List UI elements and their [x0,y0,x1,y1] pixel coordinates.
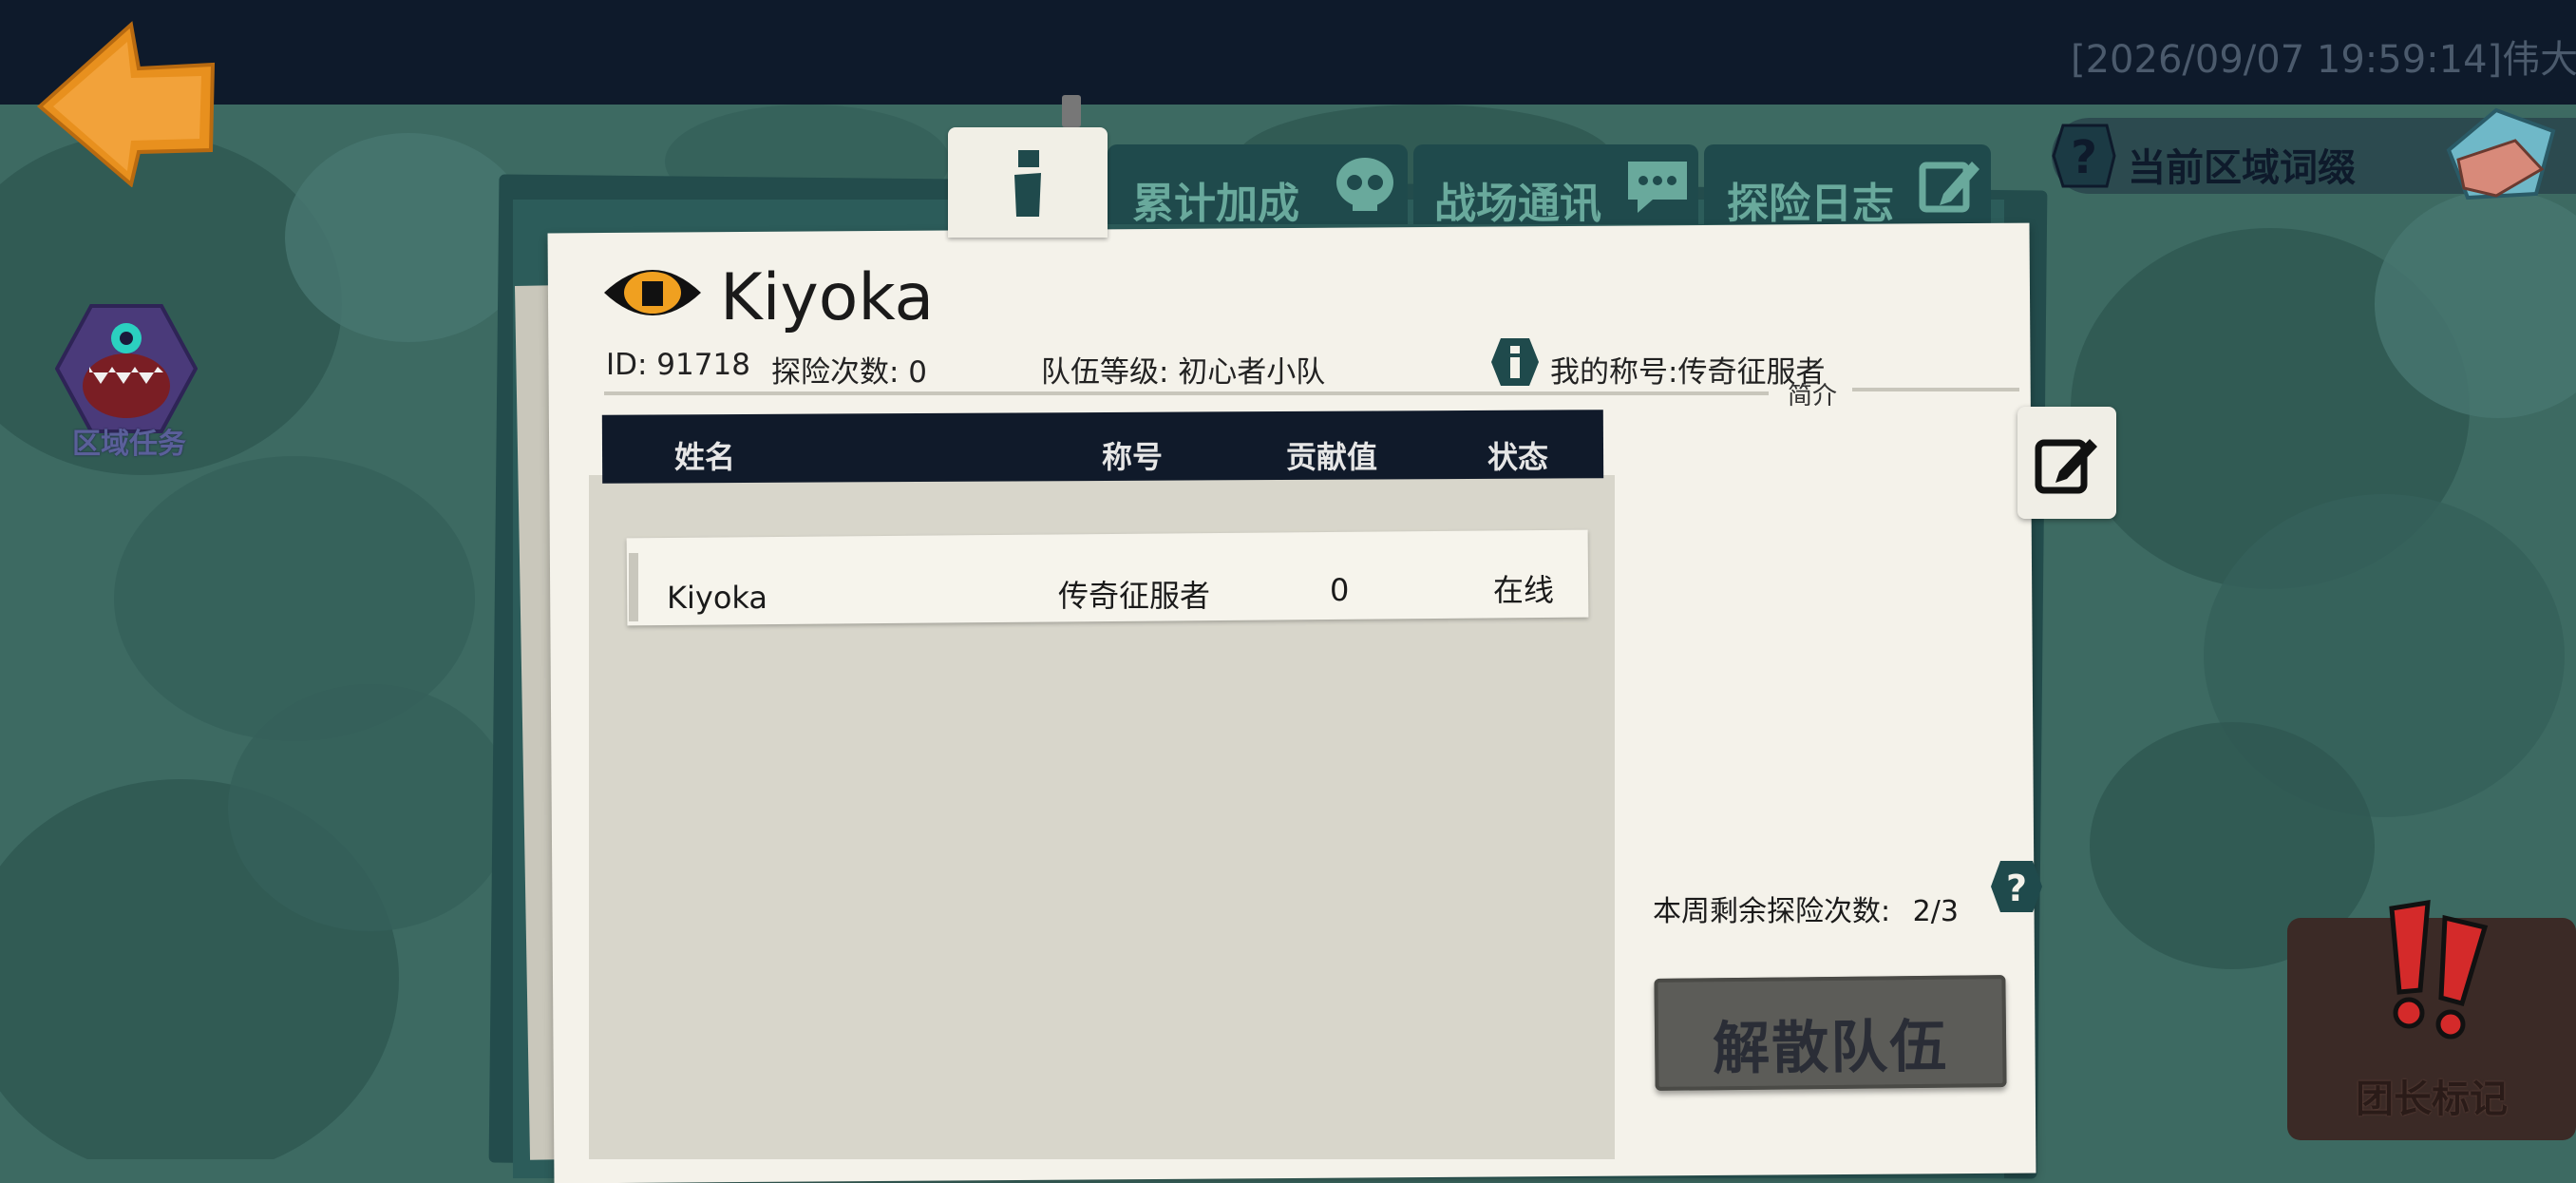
header-status: 状态 [1487,439,1549,475]
member-contribution: 0 [1330,572,1350,608]
edit-icon [2035,439,2097,494]
my-title: 我的称号:传奇征服者 [1550,355,1826,390]
weekly-remaining-value: 2/3 [1912,895,1959,928]
tab-adventure-log[interactable]: 探险日志 [1704,144,1991,228]
weekly-remaining-label: 本周剩余探险次数: [1653,895,1891,928]
zone-task-button[interactable]: 区域任务 [49,302,209,464]
tab-label: 战场通讯 [1434,180,1601,228]
edit-intro-button[interactable] [2017,407,2116,519]
intro-label: 简介 [1788,382,1838,410]
team-id: ID: 91718 [606,348,750,382]
svg-text:?: ? [2006,868,2027,909]
tab-label: 累计加成 [1132,180,1299,228]
title-info-icon [1491,338,1539,386]
skull-icon [1336,158,1393,211]
header-title: 称号 [1102,439,1164,475]
header-contribution: 贡献值 [1286,439,1378,475]
zone-task-label: 区域任务 [72,428,186,461]
divider [1852,388,2019,391]
question-icon[interactable]: ? [2050,122,2118,190]
member-name: Kiyoka [667,580,767,616]
member-title: 传奇征服者 [1058,578,1211,614]
team-name: Kiyoka [720,260,935,335]
info-icon [1014,150,1041,217]
pin-sticker [1062,95,1081,127]
member-status: 在线 [1493,572,1555,608]
disband-label: 解散队伍 [1712,1013,1949,1083]
exclamation-icon [2389,900,2489,1040]
back-arrow-icon [36,21,216,188]
affix-art-icon [2446,107,2556,200]
tab-cumulative-bonus[interactable]: 累计加成 [1108,144,1408,228]
monster-hex-icon [55,304,198,433]
team-level: 队伍等级: 初心者小队 [1041,355,1326,390]
affix-label: 当前区域词缀 [2128,146,2356,190]
header-name: 姓名 [674,439,736,475]
disband-team-button[interactable]: 解散队伍 [1654,975,2007,1091]
timestamp: [2026/09/07 19:59:14]伟大的 [2071,38,2576,82]
eye-icon [604,270,701,315]
tab-battle-comms[interactable]: 战场通讯 [1413,144,1698,228]
leader-mark-button[interactable]: 团长标记 [2287,900,2576,1140]
divider [604,391,1769,395]
question-icon[interactable]: ? [1989,859,2044,914]
tab-info[interactable] [948,127,1108,238]
svg-text:?: ? [2071,131,2097,184]
back-button[interactable] [36,21,217,188]
weekly-remaining: 本周剩余探险次数: 2/3 [1653,887,1959,929]
chat-icon [1628,162,1687,213]
edit-log-icon [1919,162,1979,213]
tab-label: 探险日志 [1727,180,1894,228]
explore-count: 探险次数: 0 [771,355,928,390]
leader-mark-label: 团长标记 [2356,1078,2508,1121]
row-accent [629,553,638,621]
